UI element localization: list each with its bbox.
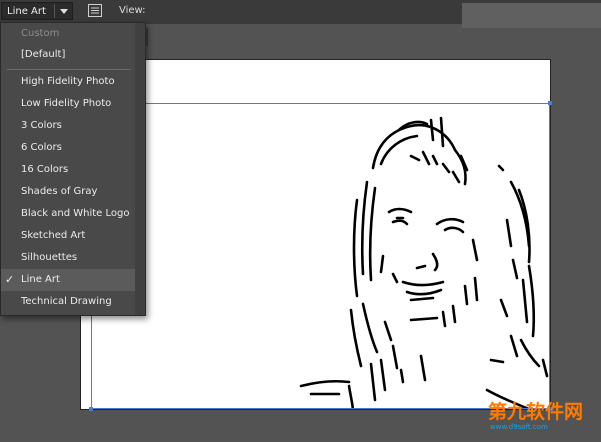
- menu-item-black-and-white-logo[interactable]: Black and White Logo: [1, 203, 135, 225]
- chevron-down-icon[interactable]: [60, 9, 68, 14]
- artboard[interactable]: [80, 59, 551, 410]
- line-art-tracing: [299, 116, 549, 409]
- menu-item-3-colors[interactable]: 3 Colors: [1, 115, 135, 137]
- selection-handle[interactable]: [548, 101, 552, 105]
- menu-item-line-art[interactable]: ✓ Line Art: [1, 269, 135, 291]
- view-label: View:: [119, 5, 146, 16]
- menu-item-6-colors[interactable]: 6 Colors: [1, 137, 135, 159]
- menu-item-default[interactable]: [Default]: [1, 44, 135, 66]
- menu-separator: [7, 69, 131, 70]
- preset-dropdown-menu: Custom [Default] High Fidelity Photo Low…: [0, 22, 146, 316]
- menu-item-low-fidelity-photo[interactable]: Low Fidelity Photo: [1, 93, 135, 115]
- preset-dropdown[interactable]: Line Art: [1, 2, 73, 20]
- menu-item-custom: Custom: [21, 28, 60, 39]
- menu-scroll-gutter: [135, 23, 145, 315]
- dropdown-divider: [54, 4, 55, 18]
- menu-item-high-fidelity-photo[interactable]: High Fidelity Photo: [1, 71, 135, 93]
- watermark-title: 第九软件网: [488, 401, 584, 423]
- checkmark-icon: ✓: [5, 273, 15, 286]
- preset-value: Line Art: [7, 6, 46, 17]
- watermark-url: www.d9soft.com: [490, 423, 548, 431]
- menu-item-16-colors[interactable]: 16 Colors: [1, 159, 135, 181]
- menu-item-shades-of-gray[interactable]: Shades of Gray: [1, 181, 135, 203]
- panel-menu-icon[interactable]: [88, 4, 102, 17]
- menu-item-sketched-art[interactable]: Sketched Art: [1, 225, 135, 247]
- menu-item-technical-drawing[interactable]: Technical Drawing: [1, 291, 135, 313]
- workspace-panel-area: [462, 3, 601, 28]
- selection-handle[interactable]: [89, 407, 93, 411]
- menu-item-silhouettes[interactable]: Silhouettes: [1, 247, 135, 269]
- site-watermark: 第九软件网 www.d9soft.com: [486, 397, 598, 441]
